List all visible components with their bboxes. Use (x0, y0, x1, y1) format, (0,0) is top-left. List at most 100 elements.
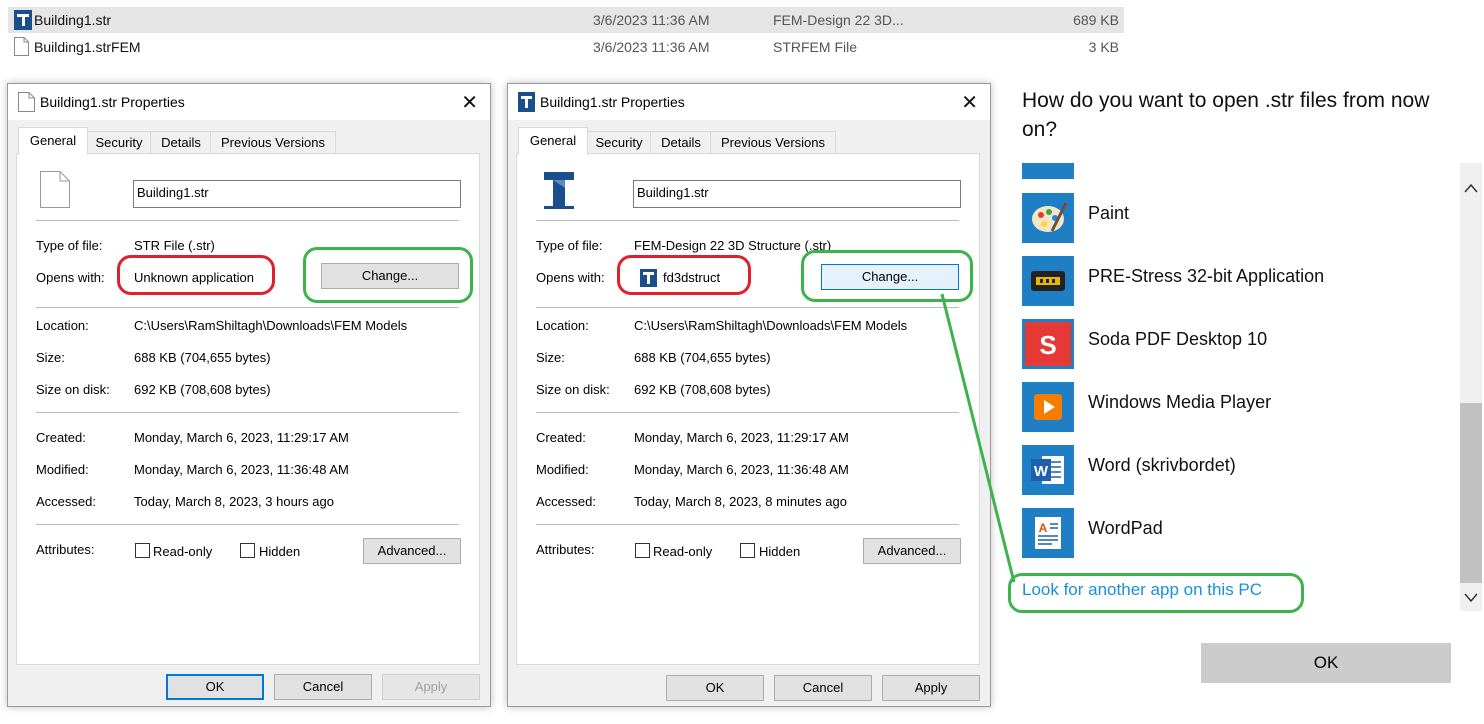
ok-button[interactable]: OK (666, 675, 764, 701)
svg-text:W: W (1034, 463, 1049, 480)
filename-field[interactable]: Building1.str (633, 180, 961, 208)
chevron-up-icon[interactable] (1464, 183, 1478, 193)
file-date: 3/6/2023 11:36 AM (593, 39, 710, 55)
cancel-button[interactable]: Cancel (274, 674, 372, 700)
apply-button[interactable]: Apply (882, 675, 980, 701)
type-label: Type of file: (536, 238, 603, 253)
file-date: 3/6/2023 11:36 AM (593, 12, 710, 28)
tab-security[interactable]: Security (586, 131, 652, 154)
properties-dialog-left: Building1.str Properties ✕ General Secur… (7, 83, 491, 707)
accessed-value: Today, March 8, 2023, 8 minutes ago (634, 494, 847, 509)
hidden-checkbox[interactable] (740, 543, 755, 558)
accessed-value: Today, March 8, 2023, 3 hours ago (134, 494, 334, 509)
accessed-label: Accessed: (536, 494, 596, 509)
scrollbar-thumb[interactable] (1460, 403, 1482, 583)
open-with-title: How do you want to open .str files from … (1022, 89, 1430, 141)
paint-icon (1022, 193, 1074, 243)
app-name: Paint (1088, 203, 1130, 223)
opens-with-label: Opens with: (36, 270, 105, 285)
general-panel: Building1.str Type of file: STR File (.s… (16, 153, 480, 665)
app-name: Word (skrivbordet) (1088, 455, 1236, 475)
location-value: C:\Users\RamShiltagh\Downloads\FEM Model… (134, 318, 408, 333)
properties-dialog-right: Building1.str Properties ✕ General Secur… (507, 83, 991, 707)
size-on-disk-value: 692 KB (708,608 bytes) (134, 382, 271, 397)
app-item-word[interactable]: W Word (skrivbordet) (1022, 445, 1422, 497)
tab-previous-versions[interactable]: Previous Versions (210, 131, 336, 154)
dialog-title: Building1.str Properties (540, 94, 685, 110)
size-label: Size: (36, 350, 65, 365)
title-bar: Building1.str Properties ✕ (508, 84, 990, 120)
blank-file-icon (14, 37, 29, 56)
scrollbar[interactable] (1460, 163, 1482, 611)
app-item-soda-pdf[interactable]: S Soda PDF Desktop 10 (1022, 319, 1422, 371)
location-label: Location: (536, 318, 589, 333)
modified-value: Monday, March 6, 2023, 11:36:48 AM (634, 462, 849, 477)
fem-design-file-icon (14, 10, 32, 30)
cancel-button[interactable]: Cancel (774, 675, 872, 701)
soda-pdf-icon: S (1022, 319, 1074, 369)
size-value: 688 KB (704,655 bytes) (634, 350, 771, 365)
title-bar: Building1.str Properties ✕ (8, 84, 490, 120)
chevron-down-icon[interactable] (1464, 593, 1478, 603)
app-item-wordpad[interactable]: A WordPad (1022, 508, 1422, 560)
tab-details[interactable]: Details (150, 131, 212, 154)
filename-field[interactable]: Building1.str (133, 180, 461, 208)
blank-file-icon (18, 92, 35, 112)
close-icon[interactable]: ✕ (961, 90, 978, 115)
file-size: 689 KB (1073, 12, 1119, 28)
blank-file-icon (40, 171, 70, 208)
app-item-media-player[interactable]: Windows Media Player (1022, 382, 1422, 434)
tab-security[interactable]: Security (86, 131, 152, 154)
separator (536, 220, 959, 221)
red-highlight-ring (117, 255, 275, 295)
readonly-checkbox[interactable] (135, 543, 150, 558)
file-size: 3 KB (1088, 39, 1119, 55)
filename-value: Building1.str (637, 185, 709, 200)
separator (536, 307, 959, 308)
tab-previous-versions[interactable]: Previous Versions (710, 131, 836, 154)
size-on-disk-label: Size on disk: (536, 382, 610, 397)
modified-label: Modified: (536, 462, 589, 477)
file-type: FEM-Design 22 3D... (773, 12, 904, 28)
svg-text:A: A (1039, 521, 1048, 535)
wordpad-icon: A (1022, 508, 1074, 558)
app-item-paint[interactable]: Paint (1022, 193, 1422, 245)
modified-label: Modified: (36, 462, 89, 477)
app-name: Soda PDF Desktop 10 (1088, 329, 1268, 349)
separator (36, 220, 459, 221)
separator (36, 524, 459, 525)
apply-button[interactable]: Apply (382, 674, 480, 700)
created-label: Created: (536, 430, 586, 445)
created-value: Monday, March 6, 2023, 11:29:17 AM (634, 430, 849, 445)
readonly-checkbox[interactable] (635, 543, 650, 558)
tab-details[interactable]: Details (650, 131, 712, 154)
opens-with-label: Opens with: (536, 270, 605, 285)
close-icon[interactable]: ✕ (461, 90, 478, 115)
type-label: Type of file: (36, 238, 103, 253)
filename-value: Building1.str (137, 185, 209, 200)
type-value: FEM-Design 22 3D Structure (.str) (634, 238, 832, 253)
app-name: Windows Media Player (1088, 392, 1272, 412)
green-highlight-ring (1008, 573, 1304, 613)
fem-design-icon (541, 170, 577, 210)
green-highlight-ring (303, 247, 473, 303)
advanced-button[interactable]: Advanced... (363, 538, 461, 564)
tab-general[interactable]: General (18, 127, 88, 155)
partial-app-icon (1022, 163, 1074, 179)
app-item-prestress[interactable]: PRE-Stress 32-bit Application (1022, 256, 1422, 308)
modified-value: Monday, March 6, 2023, 11:36:48 AM (134, 462, 349, 477)
hidden-label: Hidden (259, 544, 301, 559)
tab-general[interactable]: General (518, 127, 588, 155)
location-label: Location: (36, 318, 89, 333)
ok-button[interactable]: OK (166, 674, 264, 700)
hidden-checkbox[interactable] (240, 543, 255, 558)
media-player-icon (1022, 382, 1074, 432)
open-with-ok-button[interactable]: OK (1201, 643, 1451, 683)
connector-line (940, 293, 1016, 583)
size-on-disk-value: 692 KB (708,608 bytes) (634, 382, 771, 397)
file-row-strfem[interactable]: Building1.strFEM 3/6/2023 11:36 AM STRFE… (8, 34, 1124, 60)
svg-text:S: S (1039, 330, 1056, 360)
file-row-str[interactable]: Building1.str 3/6/2023 11:36 AM FEM-Desi… (8, 7, 1124, 33)
location-value: C:\Users\RamShiltagh\Downloads\FEM Model… (634, 318, 908, 333)
file-name: Building1.str (34, 12, 112, 28)
